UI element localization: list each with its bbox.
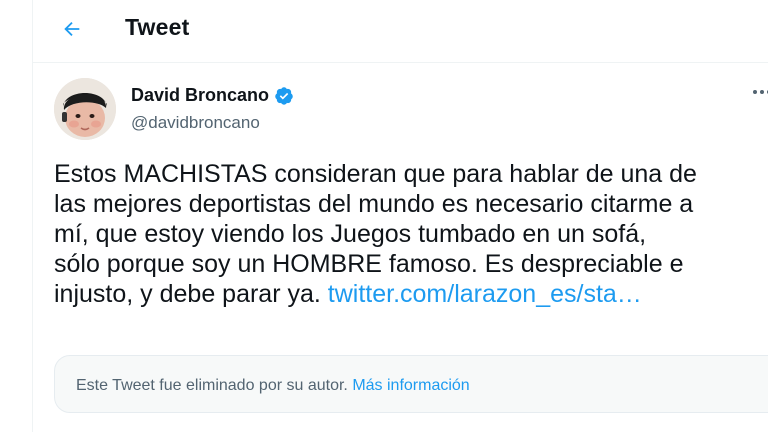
deleted-notice-text: Este Tweet fue eliminado por su autor. xyxy=(76,377,353,394)
back-button[interactable] xyxy=(53,10,91,48)
tweet-text-last-line: injusto, y debe parar ya. twitter.com/la… xyxy=(54,279,768,309)
tweet-link[interactable]: twitter.com/larazon_es/sta… xyxy=(328,280,642,308)
avatar[interactable] xyxy=(54,78,116,140)
tweet-text: Estos MACHISTAS consideran que para habl… xyxy=(54,159,768,309)
tweet-text-line: las mejores deportistas del mundo es nec… xyxy=(54,190,694,218)
page-title: Tweet xyxy=(125,14,190,40)
page-header: Tweet xyxy=(33,0,768,63)
verified-badge-icon xyxy=(274,86,294,106)
quoted-tweet-unavailable: Este Tweet fue eliminado por su autor. M… xyxy=(54,355,768,413)
more-options-button[interactable] xyxy=(753,90,768,94)
author-name-line: David Broncano xyxy=(131,85,294,106)
tweet-author-row: David Broncano @davidbroncano xyxy=(33,62,768,150)
author-handle[interactable]: @davidbroncano xyxy=(131,113,260,133)
deleted-notice: Este Tweet fue eliminado por su autor. M… xyxy=(76,377,470,395)
tweet-text-line: sólo porque soy un HOMBRE famoso. Es des… xyxy=(54,250,684,278)
author-display-name[interactable]: David Broncano xyxy=(131,85,269,106)
avatar-image xyxy=(54,78,116,140)
tweet-text-line: injusto, y debe parar ya. xyxy=(54,280,328,308)
more-horizontal-icon xyxy=(753,90,757,94)
more-info-link[interactable]: Más información xyxy=(352,377,469,394)
arrow-left-icon xyxy=(64,21,80,37)
tweet-text-line: mí, que estoy viendo los Juegos tumbado … xyxy=(54,220,647,248)
tweet-text-line: Estos MACHISTAS consideran que para habl… xyxy=(54,160,697,188)
